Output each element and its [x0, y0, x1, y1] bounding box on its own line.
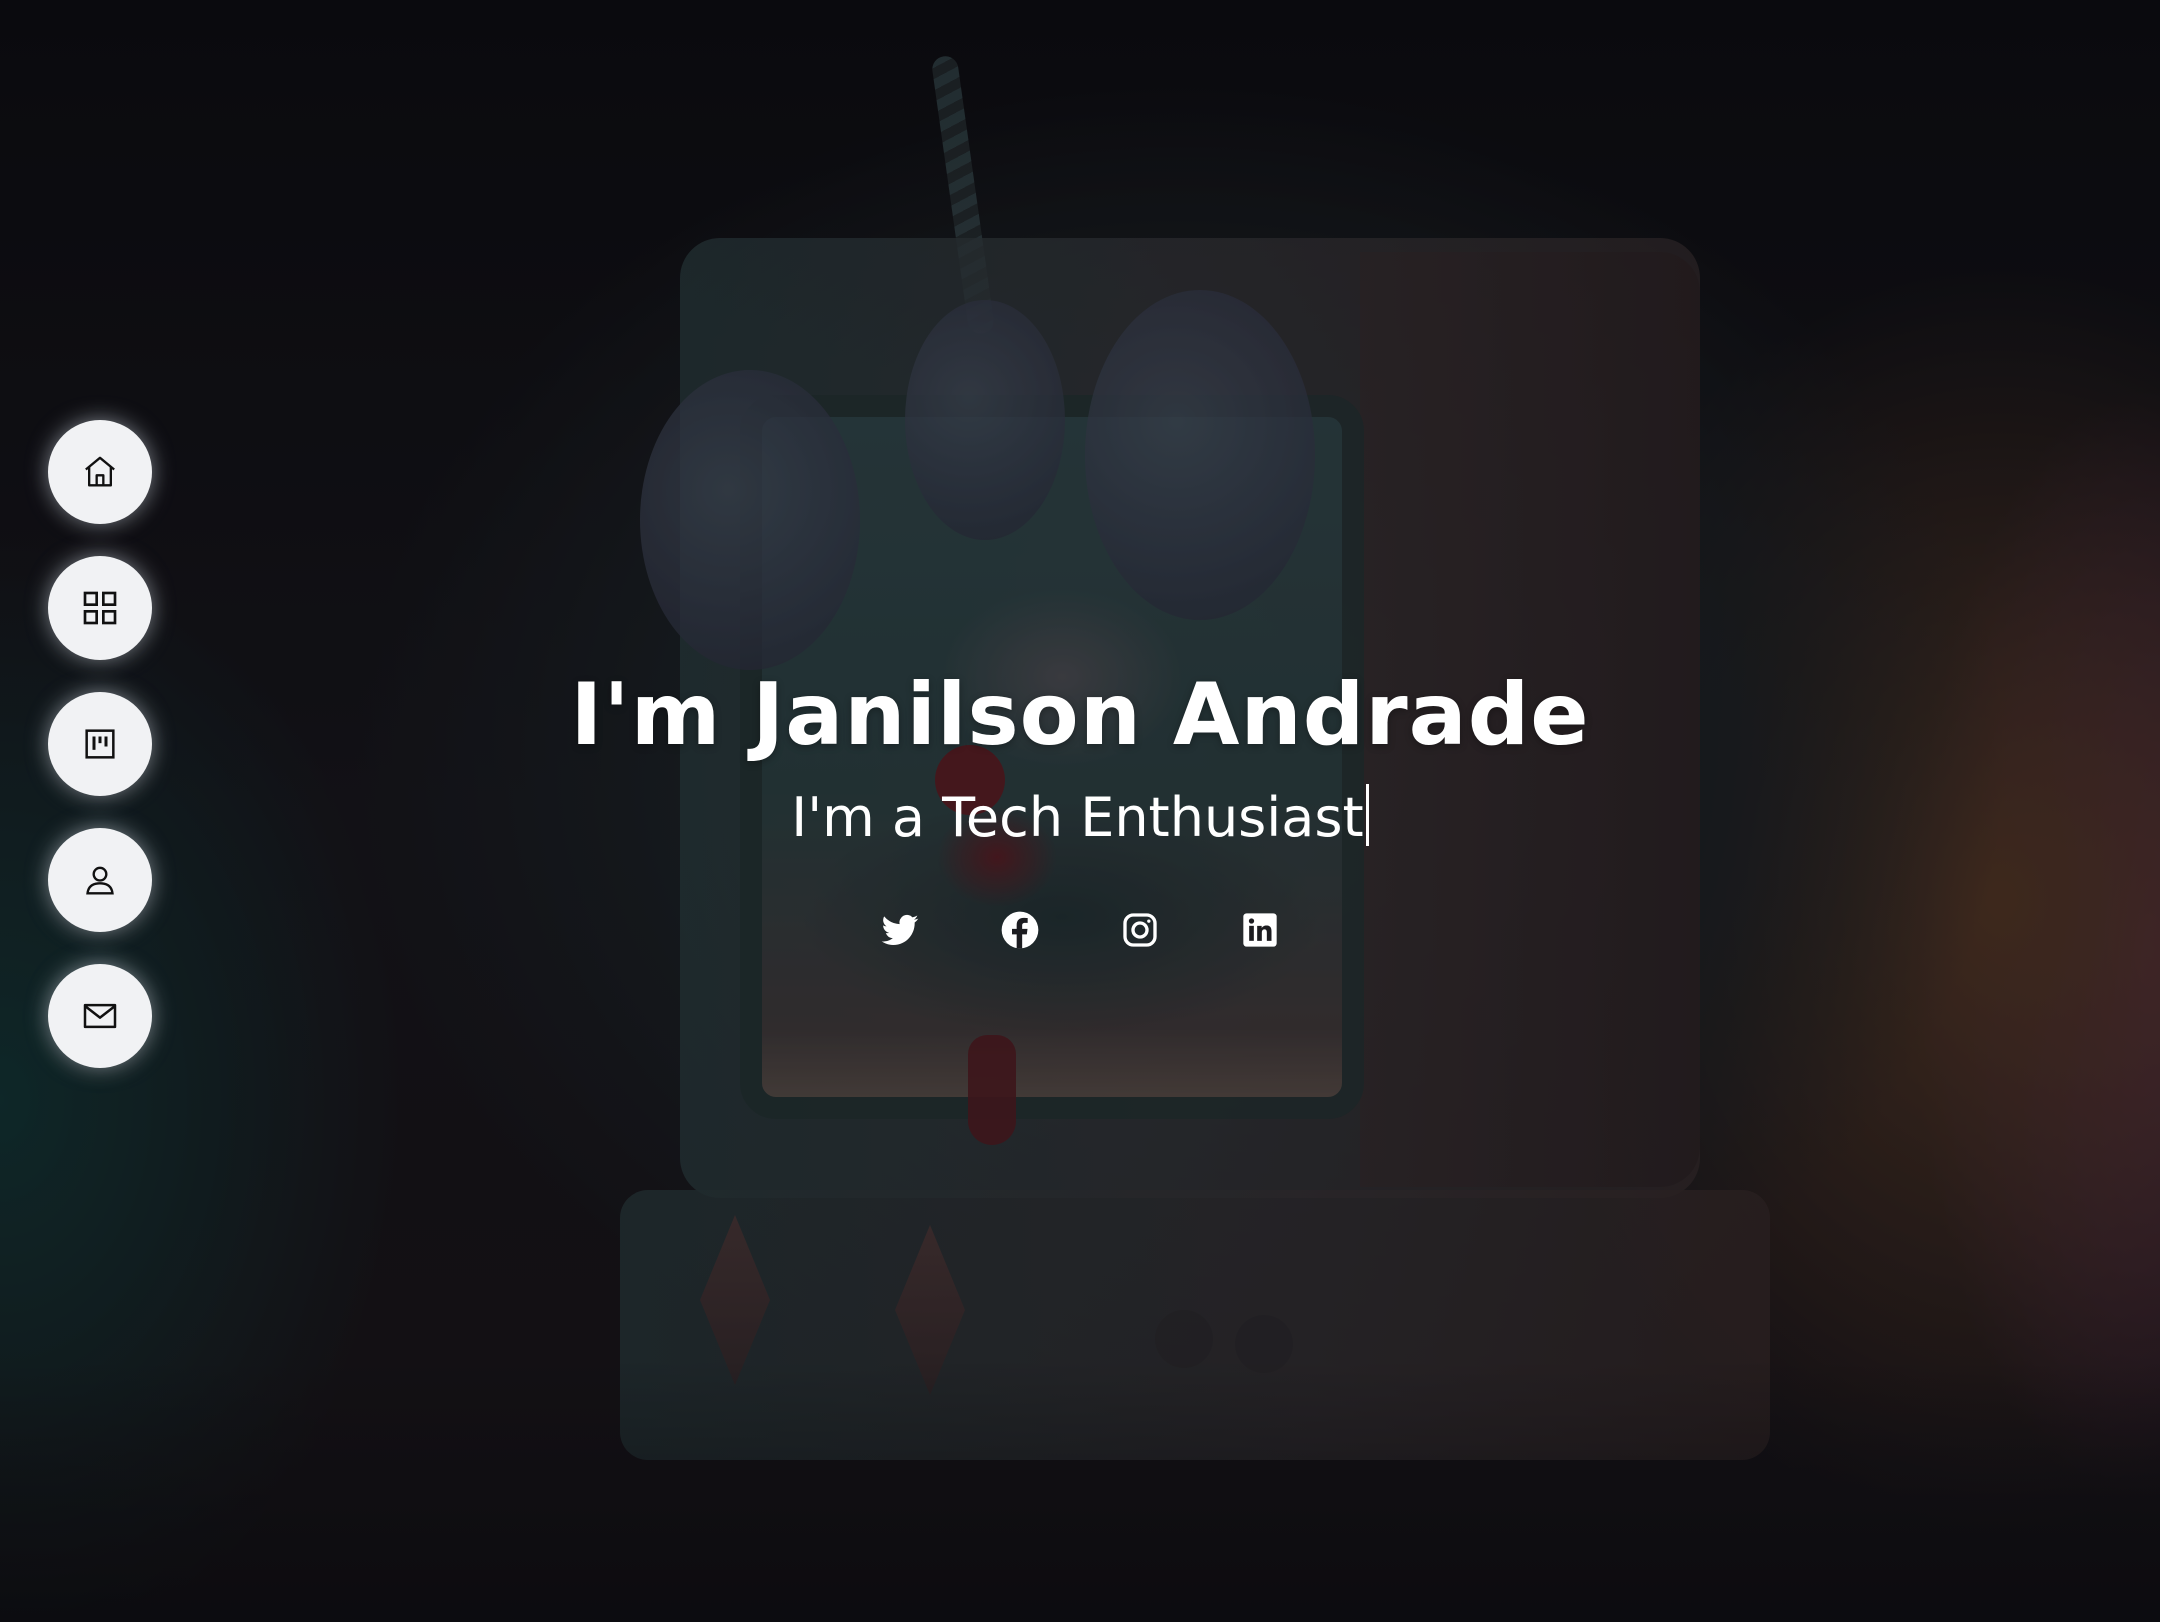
- twitter-icon: [881, 914, 919, 945]
- hero-section: I'm Janilson Andrade I'm a Tech Enthusia…: [0, 0, 2160, 1622]
- twitter-link[interactable]: [880, 910, 920, 950]
- home-icon: [85, 456, 115, 487]
- hero-subtitle-line: I'm a Tech Enthusiast: [0, 778, 2160, 858]
- typing-cursor: [1365, 784, 1369, 846]
- facebook-link[interactable]: [1000, 910, 1040, 950]
- envelope-icon: [83, 1003, 117, 1029]
- social-links: [0, 910, 2160, 950]
- nav-home-button[interactable]: [48, 420, 152, 524]
- nav-contact-button[interactable]: [48, 964, 152, 1068]
- grid-icon: [83, 591, 117, 625]
- linkedin-link[interactable]: [1240, 910, 1280, 950]
- hero-content: I'm Janilson Andrade I'm a Tech Enthusia…: [0, 660, 2160, 858]
- instagram-link[interactable]: [1120, 910, 1160, 950]
- person-icon: [86, 866, 114, 895]
- nav-grid-button[interactable]: [48, 556, 152, 660]
- hero-subtitle: I'm a Tech Enthusiast: [791, 786, 1364, 849]
- facebook-icon: [1001, 911, 1039, 949]
- hero-title: I'm Janilson Andrade: [570, 665, 1590, 765]
- instagram-icon: [1123, 913, 1157, 947]
- linkedin-icon: [1243, 913, 1277, 947]
